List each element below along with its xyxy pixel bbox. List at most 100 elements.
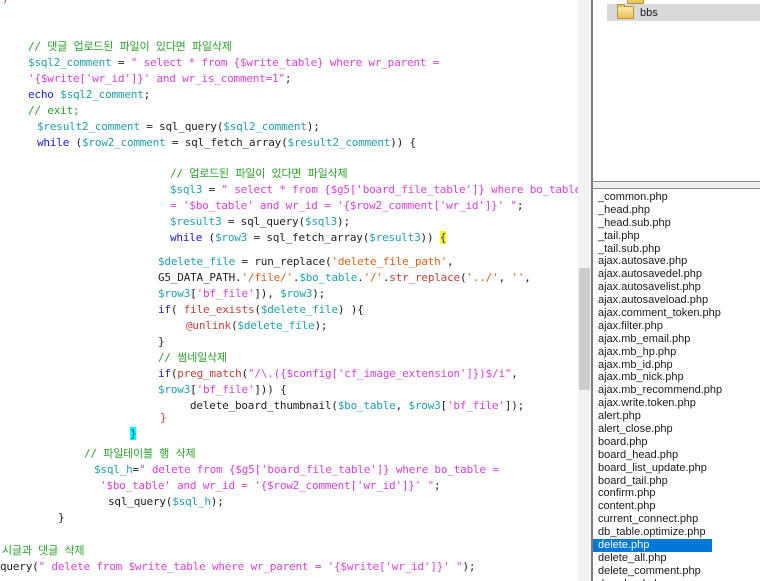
file-list-item[interactable]: content.php	[593, 500, 760, 513]
code-token-plain: ,	[447, 255, 453, 268]
file-list-item[interactable]: confirm.php	[593, 487, 760, 500]
file-list-item[interactable]: board.php	[593, 436, 760, 449]
code-token-variable: $row2_comment	[82, 136, 166, 149]
code-line: // 파일테이블 행 삭제	[84, 446, 195, 461]
code-token-string: " delete from {$g5['board_file_table']} …	[139, 463, 499, 476]
code-line: @unlink($delete_file);	[186, 318, 327, 333]
editor-window: )// 댓글 업로드된 파일이 있다면 파일삭제$sql2_comment = …	[0, 0, 760, 581]
code-line: }	[158, 334, 164, 349]
code-token-variable: $sql_h	[94, 463, 133, 476]
file-list-item[interactable]: board_tail.php	[593, 475, 760, 488]
code-token-comment: // 썸네일삭제	[158, 351, 227, 364]
file-list-item[interactable]: alert_close.php	[593, 423, 760, 436]
code-token-plain: =	[112, 56, 131, 69]
code-token-plain: );	[312, 287, 325, 300]
code-token-keyword: echo	[28, 88, 54, 101]
code-token-plain: = sql_fetch_array(	[247, 231, 369, 244]
code-line: while ($row3 = sql_fetch_array($result3)…	[170, 230, 446, 245]
code-token-string: = '$bo_table' and wr_id = '{$row2_commen…	[170, 199, 517, 212]
code-token-comment: // 댓글 업로드된 파일이 있다면 파일삭제	[28, 40, 232, 53]
code-token-string2: '../'	[466, 271, 498, 284]
code-token-string2: 'delete_file_path'	[331, 255, 447, 268]
panel-splitter[interactable]	[593, 181, 760, 189]
code-token-plain: ;	[517, 199, 523, 212]
code-token-string: " select * from {$g5['board_file_table']…	[221, 183, 578, 196]
code-line: 시글과 댓글 삭제	[2, 543, 84, 558]
folder-icon	[617, 6, 634, 19]
code-token-variable: $row3	[408, 399, 440, 412]
code-token-variable: $row3	[280, 287, 312, 300]
file-list-item[interactable]: _head.sub.php	[593, 217, 760, 230]
code-token-plain: );	[337, 215, 350, 228]
code-token-variable: $sql_h	[172, 495, 211, 508]
file-list-item[interactable]: ajax.mb_email.php	[593, 333, 760, 346]
file-list-item[interactable]: db_table.optimize.php	[593, 526, 760, 539]
file-list-item[interactable]: ajax.mb_recommend.php	[593, 384, 760, 397]
code-token-builtin: file_exists	[184, 303, 255, 316]
file-list-item[interactable]: current_connect.php	[593, 513, 760, 526]
code-line: sql_query($sql_h);	[108, 494, 224, 509]
file-list-item[interactable]: ajax.filter.php	[593, 320, 760, 333]
code-token-variable: $sql3	[305, 215, 337, 228]
file-list-item[interactable]: delete_all.php	[593, 552, 760, 565]
file-list-item[interactable]: board_head.php	[593, 449, 760, 462]
tree-item-bbs[interactable]: bbs	[607, 4, 760, 21]
code-token-plain: (	[171, 303, 184, 316]
code-line: $delete_file = run_replace('delete_file_…	[158, 254, 453, 269]
code-token-plain: = sql_fetch_array(	[165, 136, 287, 149]
code-line: query(" delete from $write_table where w…	[0, 559, 475, 574]
file-list-item[interactable]: ajax.write.token.php	[593, 397, 760, 410]
code-token-comment: 시글과 댓글 삭제	[2, 544, 84, 557]
code-token-keyword: while	[37, 136, 69, 149]
code-token-string: 'bf_file'	[447, 399, 505, 412]
code-token-plain: query(	[0, 560, 39, 573]
code-token-plain: )) {	[390, 136, 416, 149]
file-list-item[interactable]: ajax.autosavelist.php	[593, 281, 760, 294]
code-token-variable: $bo_table	[338, 399, 396, 412]
file-list-item[interactable]: _common.php	[593, 191, 760, 204]
file-list-item[interactable]: ajax.comment_token.php	[593, 307, 760, 320]
scrollbar-thumb[interactable]	[579, 268, 590, 390]
code-line: = '$bo_table' and wr_id = '{$row2_commen…	[170, 198, 523, 213]
file-list-item[interactable]: ajax.autosaveload.php	[593, 294, 760, 307]
code-editor[interactable]: )// 댓글 업로드된 파일이 있다면 파일삭제$sql2_comment = …	[0, 0, 578, 581]
code-token-plain: = sql_query(	[140, 120, 224, 133]
file-list-item[interactable]: ajax.mb_nick.php	[593, 371, 760, 384]
file-list-item[interactable]: ajax.autosave.php	[593, 255, 760, 268]
code-token-plain: sql_query(	[108, 495, 172, 508]
code-token-comment: // 업로드된 파일이 있다면 파일삭제	[170, 167, 347, 180]
code-token-keyword: if	[158, 303, 171, 316]
code-token-plain: );	[307, 120, 320, 133]
file-list-item[interactable]: alert.php	[593, 410, 760, 423]
code-token-variable: $sql2_comment	[223, 120, 307, 133]
code-line: $result2_comment = sql_query($sql2_comme…	[37, 119, 320, 134]
code-token-variable: $result2_comment	[288, 136, 391, 149]
code-token-variable: $row3	[158, 287, 190, 300]
file-list-item[interactable]: delete_comment.php	[593, 565, 760, 578]
file-list-item-selected[interactable]: delete.php	[593, 539, 712, 552]
file-list-item[interactable]: _tail.php	[593, 230, 760, 243]
file-list-item[interactable]: ajax.mb_id.php	[593, 359, 760, 372]
code-token-string2: '/'	[364, 271, 383, 284]
file-list-item[interactable]: ajax.mb_hp.php	[593, 346, 760, 359]
code-line: $row3['bf_file'])) {	[158, 382, 287, 397]
file-list-item[interactable]: _head.php	[593, 204, 760, 217]
editor-vertical-scrollbar[interactable]	[578, 0, 591, 581]
code-token-plain: ,	[499, 271, 512, 284]
code-token-variable: $sql2_comment	[60, 88, 144, 101]
code-token-plain: ,	[511, 367, 517, 380]
tree-item-label: bbs	[640, 7, 658, 19]
code-token-keyword: while	[170, 231, 202, 244]
code-line: $result3 = sql_query($sql3);	[170, 214, 350, 229]
code-token-plain: }	[58, 511, 64, 524]
code-token-comment: // exit;	[28, 104, 79, 117]
code-token-plain: ])) {	[254, 383, 286, 396]
file-list-item[interactable]: _tail.sub.php	[593, 243, 760, 256]
code-line: echo $sql2_comment;	[28, 87, 150, 102]
code-token-variable: $result2_comment	[37, 120, 140, 133]
code-token-plain: delete_board_thumbnail(	[190, 399, 338, 412]
file-list-item[interactable]: board_list_update.php	[593, 462, 760, 475]
file-list-item[interactable]: ajax.autosavedel.php	[593, 268, 760, 281]
code-token-string: 'bf_file'	[197, 287, 255, 300]
code-line: // 댓글 업로드된 파일이 있다면 파일삭제	[28, 39, 232, 54]
